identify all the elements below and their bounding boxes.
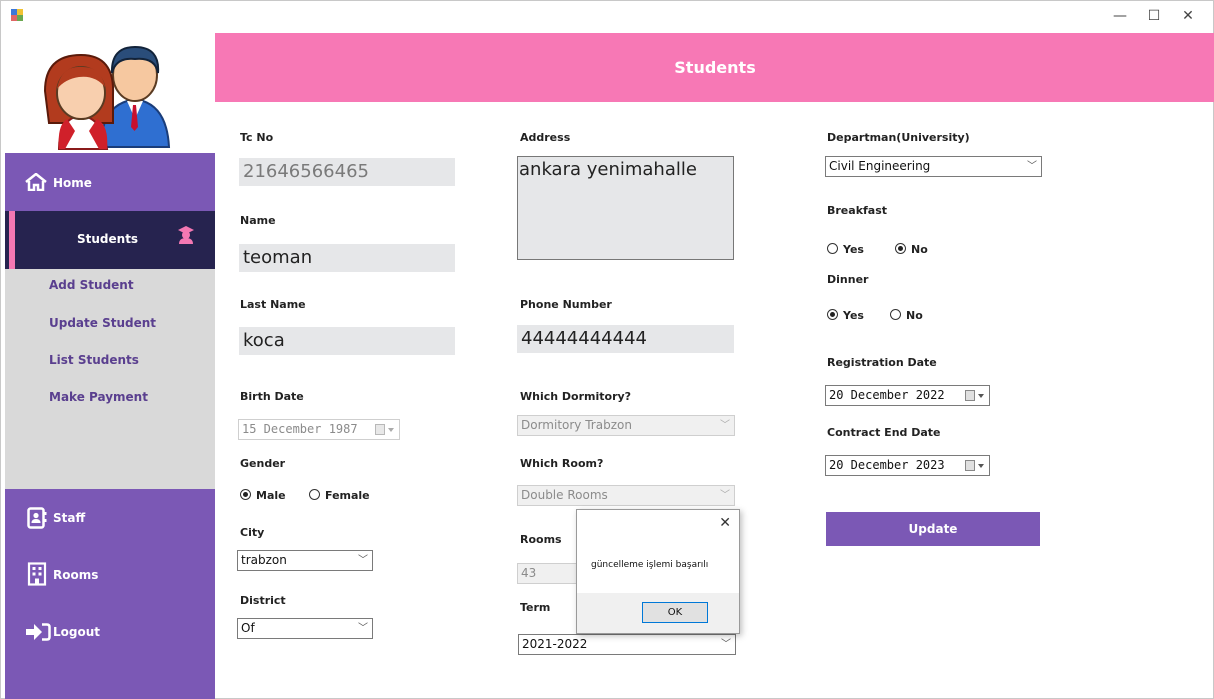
lastname-input[interactable]: koca xyxy=(239,327,455,355)
submenu-make-payment[interactable]: Make Payment xyxy=(49,390,148,404)
submenu-list-students[interactable]: List Students xyxy=(49,353,139,367)
update-button[interactable]: Update xyxy=(826,512,1040,546)
chevron-down-icon: ﹀ xyxy=(358,623,368,634)
calendar-dropdown-icon xyxy=(965,390,984,401)
students-submenu: Add Student Update Student List Students… xyxy=(5,269,215,489)
chevron-down-icon: ﹀ xyxy=(720,420,730,431)
active-indicator xyxy=(9,211,15,269)
calendar-dropdown-icon xyxy=(965,460,984,471)
phone-input[interactable]: 44444444444 xyxy=(517,325,734,353)
birthdate-label: Birth Date xyxy=(240,390,304,403)
radio-checked-icon xyxy=(895,243,906,254)
term-select[interactable]: 2021-2022 ﹀ xyxy=(518,634,736,655)
registration-label: Registration Date xyxy=(827,356,937,369)
nav-home[interactable]: Home xyxy=(5,153,215,211)
breakfast-yes-radio[interactable]: Yes xyxy=(827,243,864,256)
nav-students-label: Students xyxy=(77,232,139,246)
message-dialog: ✕ güncelleme işlemi başarılı OK xyxy=(576,509,740,634)
contact-book-icon xyxy=(27,507,47,529)
address-textarea[interactable]: ankara yenimahalle xyxy=(517,156,734,260)
radio-unchecked-icon xyxy=(827,243,838,254)
app-window: — ☐ ✕ Home Students Add Student Update S… xyxy=(0,0,1214,699)
minimize-button[interactable]: — xyxy=(1103,3,1137,29)
maximize-button[interactable]: ☐ xyxy=(1137,3,1171,29)
nav-staff[interactable]: Staff xyxy=(5,501,215,537)
chevron-down-icon: ﹀ xyxy=(721,639,731,650)
dialog-ok-button[interactable]: OK xyxy=(642,602,708,623)
gender-label: Gender xyxy=(240,457,286,470)
page-header: Students xyxy=(215,33,1214,102)
district-select[interactable]: Of ﹀ xyxy=(237,618,373,639)
radio-unchecked-icon xyxy=(890,309,901,320)
breakfast-label: Breakfast xyxy=(827,204,888,217)
dinner-yes-radio[interactable]: Yes xyxy=(827,309,864,322)
chevron-down-icon: ﹀ xyxy=(358,555,368,566)
district-label: District xyxy=(240,594,286,607)
home-icon xyxy=(25,173,47,191)
close-button[interactable]: ✕ xyxy=(1171,3,1205,29)
graduate-icon xyxy=(178,226,194,244)
dialog-close-icon[interactable]: ✕ xyxy=(719,515,731,531)
radio-unchecked-icon xyxy=(309,489,320,500)
calendar-dropdown-icon xyxy=(375,424,394,435)
nav-rooms[interactable]: Rooms xyxy=(5,557,215,593)
term-label: Term xyxy=(520,601,551,614)
rooms-label: Rooms xyxy=(520,533,562,546)
phone-label: Phone Number xyxy=(520,298,612,311)
nav-students[interactable]: Students xyxy=(5,211,215,269)
page-title: Students xyxy=(674,58,756,77)
radio-checked-icon xyxy=(240,489,251,500)
gender-male-radio[interactable]: Male xyxy=(240,489,286,502)
tcno-label: Tc No xyxy=(240,131,274,144)
city-select[interactable]: trabzon ﹀ xyxy=(237,550,373,571)
nav-bottom-panel: Staff Rooms Logout xyxy=(5,489,215,699)
radio-checked-icon xyxy=(827,309,838,320)
dialog-message: güncelleme işlemi başarılı xyxy=(591,560,709,570)
dinner-no-radio[interactable]: No xyxy=(890,309,923,322)
dialog-footer: OK xyxy=(577,593,739,633)
dormitory-label: Which Dormitory? xyxy=(520,390,632,403)
room-type-label: Which Room? xyxy=(520,457,604,470)
birthdate-value: 15 December 1987 xyxy=(242,422,358,436)
app-icon xyxy=(11,9,23,21)
city-label: City xyxy=(240,526,265,539)
registration-date-value: 20 December 2022 xyxy=(829,388,945,402)
submenu-update-student[interactable]: Update Student xyxy=(49,316,156,330)
address-label: Address xyxy=(520,131,571,144)
nav-logout-label: Logout xyxy=(53,625,101,639)
dinner-label: Dinner xyxy=(827,273,869,286)
people-icon xyxy=(43,45,171,150)
registration-date-picker[interactable]: 20 December 2022 xyxy=(825,385,990,406)
nav-staff-label: Staff xyxy=(53,511,86,525)
dormitory-select[interactable]: Dormitory Trabzon ﹀ xyxy=(517,415,735,436)
sign-out-icon xyxy=(26,623,51,641)
name-input[interactable]: teoman xyxy=(239,244,455,272)
name-label: Name xyxy=(240,214,276,227)
chevron-down-icon: ﹀ xyxy=(720,490,730,501)
nav-logout[interactable]: Logout xyxy=(5,615,215,651)
nav-rooms-label: Rooms xyxy=(53,568,99,582)
lastname-label: Last Name xyxy=(240,298,306,311)
breakfast-no-radio[interactable]: No xyxy=(895,243,928,256)
students-logo xyxy=(5,31,215,153)
room-type-select[interactable]: Double Rooms ﹀ xyxy=(517,485,735,506)
building-icon xyxy=(27,562,47,586)
department-select[interactable]: Civil Engineering ﹀ xyxy=(825,156,1042,177)
contract-end-label: Contract End Date xyxy=(827,426,941,439)
submenu-add-student[interactable]: Add Student xyxy=(49,278,134,292)
chevron-down-icon: ﹀ xyxy=(1027,161,1037,172)
gender-female-radio[interactable]: Female xyxy=(309,489,370,502)
contract-end-date-picker[interactable]: 20 December 2023 xyxy=(825,455,990,476)
contract-end-date-value: 20 December 2023 xyxy=(829,458,945,472)
tcno-input[interactable]: 21646566465 xyxy=(239,158,455,186)
nav-home-label: Home xyxy=(53,176,92,190)
department-label: Departman(University) xyxy=(827,131,970,144)
birthdate-picker[interactable]: 15 December 1987 xyxy=(238,419,400,440)
